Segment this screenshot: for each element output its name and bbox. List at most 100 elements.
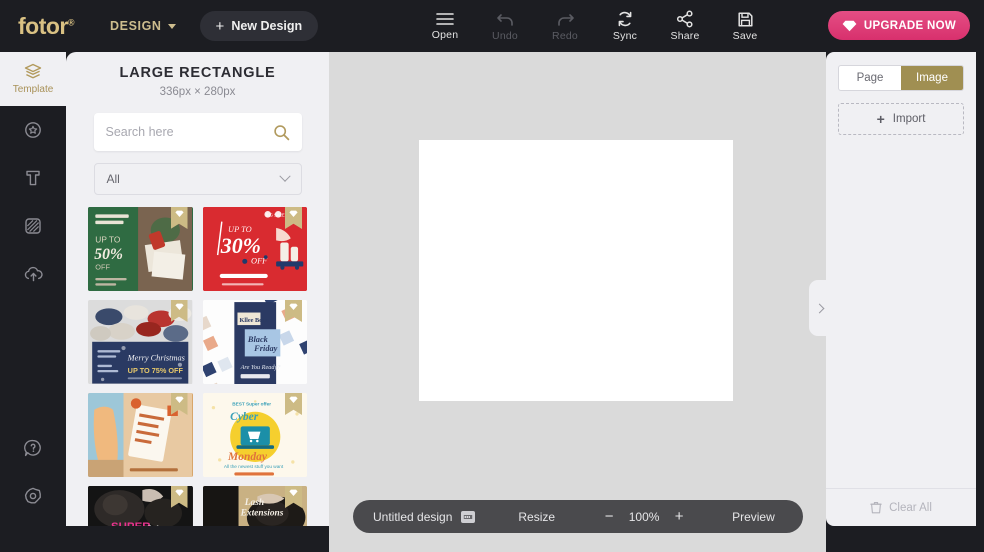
- template-grid: UP TO 50% OFF BIG SALE UP TO 30% OFF Mer…: [66, 207, 329, 526]
- premium-diamond-icon: [289, 303, 298, 310]
- svg-text:SUPER: SUPER: [111, 521, 151, 526]
- sidebar-item-template[interactable]: Template: [0, 52, 66, 106]
- sidebar-item-template-label: Template: [12, 84, 54, 95]
- search-input[interactable]: [105, 125, 273, 139]
- sidebar-item-background[interactable]: [0, 202, 66, 250]
- category-filter-dropdown[interactable]: All: [93, 163, 302, 195]
- template-panel: LARGE RECTANGLE 336px × 280px All: [66, 52, 329, 526]
- svg-text:Kllee Bouq: Kllee Bouq: [239, 317, 269, 324]
- open-tool[interactable]: Open: [415, 0, 475, 52]
- sync-refresh-icon: [618, 11, 632, 27]
- template-thumbnail[interactable]: Lash Extensions: [202, 486, 307, 526]
- chevron-down-icon: [167, 23, 176, 29]
- help-button[interactable]: [0, 424, 66, 472]
- sidebar-item-upload[interactable]: [0, 250, 66, 298]
- premium-diamond-icon: [289, 210, 298, 217]
- template-thumbnail[interactable]: Kllee Bouq Black Friday Are You Ready?: [202, 300, 307, 384]
- svg-text:Sale: Sale: [147, 525, 163, 526]
- design-name-label: Untitled design: [373, 509, 453, 524]
- svg-text:Cyber: Cyber: [230, 411, 259, 423]
- premium-diamond-icon: [174, 489, 184, 496]
- sidebar-item-elements[interactable]: [0, 106, 66, 154]
- right-panel: Page Image + Import Clear All: [809, 52, 976, 526]
- chevron-down-icon: [278, 170, 291, 182]
- tab-image[interactable]: Image: [901, 66, 963, 90]
- zoom-level-value: 100%: [628, 509, 660, 524]
- svg-text:30%: 30%: [219, 233, 260, 258]
- share-nodes-icon: [676, 10, 693, 28]
- share-tool-label: Share: [670, 30, 700, 42]
- design-menu-label: DESIGN: [110, 19, 162, 33]
- zoom-controls: − 100% +: [603, 509, 685, 524]
- premium-diamond-icon: [174, 303, 184, 310]
- design-canvas[interactable]: [419, 140, 733, 401]
- open-tool-label: Open: [431, 29, 459, 41]
- fotor-design-editor: fotor® DESIGN + New Design Open Undo Red…: [0, 0, 984, 552]
- left-tool-rail: Template: [0, 52, 66, 552]
- svg-text:Extensions: Extensions: [239, 508, 283, 518]
- resize-button[interactable]: Resize: [518, 510, 555, 524]
- cloud-upload-icon: [24, 266, 43, 282]
- category-filter-value: All: [106, 172, 120, 186]
- save-tool[interactable]: Save: [715, 0, 775, 52]
- svg-text:Lash: Lash: [243, 498, 263, 508]
- sync-tool-label: Sync: [612, 30, 638, 42]
- new-design-label: New Design: [231, 19, 303, 33]
- svg-text:BEST Super offer: BEST Super offer: [232, 402, 271, 407]
- zoom-out-button[interactable]: −: [603, 509, 615, 524]
- search-magnifier-icon[interactable]: [273, 124, 290, 141]
- redo-tool[interactable]: Redo: [535, 0, 595, 52]
- undo-tool[interactable]: Undo: [475, 0, 535, 52]
- design-name-control[interactable]: Untitled design: [373, 509, 476, 524]
- template-thumbnail[interactable]: [88, 393, 193, 477]
- import-button[interactable]: + Import: [838, 103, 964, 135]
- template-thumbnail[interactable]: Merry Christmas UP TO 75% OFF: [88, 300, 193, 384]
- svg-text:Monday: Monday: [227, 451, 268, 463]
- zoom-in-button[interactable]: +: [673, 509, 685, 524]
- svg-text:All the newest stuff you want: All the newest stuff you want: [223, 464, 283, 469]
- canvas-dimensions-label: 336px × 280px: [159, 86, 236, 98]
- template-thumbnail[interactable]: UP TO 50% OFF: [88, 207, 193, 291]
- svg-text:Merry Christmas: Merry Christmas: [127, 354, 185, 363]
- svg-text:BIG SALE: BIG SALE: [265, 212, 284, 217]
- collapse-panel-handle[interactable]: [809, 280, 827, 336]
- logo-registered-mark: ®: [67, 16, 75, 27]
- sync-tool[interactable]: Sync: [595, 0, 655, 52]
- svg-text:Friday: Friday: [253, 344, 277, 353]
- upgrade-now-label: UPGRADE NOW: [863, 19, 956, 32]
- design-menu-dropdown[interactable]: DESIGN: [110, 19, 176, 33]
- top-toolbar: fotor® DESIGN + New Design Open Undo Red…: [0, 0, 984, 52]
- undo-tool-label: Undo: [492, 29, 518, 42]
- floppy-disk-icon: [737, 11, 753, 27]
- diamond-icon: [842, 20, 857, 31]
- canvas-stage[interactable]: Untitled design Resize − 100% + Preview: [329, 52, 826, 552]
- fotor-logo[interactable]: fotor®: [18, 12, 75, 39]
- save-tool-label: Save: [732, 29, 758, 42]
- sticker-badge-icon: [25, 122, 41, 138]
- template-thumbnail[interactable]: BIG SALE UP TO 30% OFF: [202, 207, 307, 291]
- bottom-toolbar: Untitled design Resize − 100% + Preview: [353, 500, 803, 533]
- template-thumbnail[interactable]: SUPER Sale: [88, 486, 193, 526]
- redo-arrow-icon: [557, 13, 574, 26]
- new-design-button[interactable]: + New Design: [199, 11, 319, 41]
- rename-edit-icon[interactable]: [461, 510, 476, 523]
- svg-text:Are You Ready?: Are You Ready?: [239, 364, 281, 371]
- preview-button[interactable]: Preview: [732, 510, 775, 524]
- logo-text: fotor: [18, 12, 68, 39]
- plus-icon: +: [876, 111, 885, 127]
- svg-text:UP TO 75% OFF: UP TO 75% OFF: [128, 366, 184, 375]
- sidebar-item-text[interactable]: [0, 154, 66, 202]
- clear-all-button[interactable]: Clear All: [826, 488, 976, 514]
- tab-page[interactable]: Page: [839, 66, 901, 90]
- share-tool[interactable]: Share: [655, 0, 715, 52]
- background-pattern-icon: [25, 218, 41, 234]
- template-thumbnail[interactable]: BEST Super offer Cyber Monday All the ne…: [202, 393, 307, 477]
- svg-text:OFF: OFF: [95, 263, 110, 272]
- upgrade-now-button[interactable]: UPGRADE NOW: [827, 11, 970, 40]
- help-question-icon: [24, 439, 41, 457]
- search-box[interactable]: [93, 113, 302, 151]
- svg-text:UP TO: UP TO: [95, 235, 121, 245]
- settings-button[interactable]: [0, 472, 66, 520]
- plus-icon: +: [215, 17, 225, 35]
- layers-stack-icon: [24, 63, 42, 79]
